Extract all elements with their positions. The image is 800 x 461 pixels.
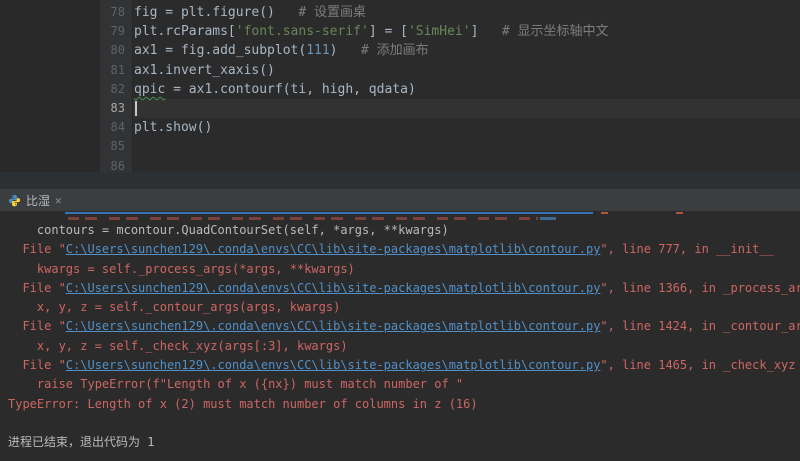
close-icon[interactable]: ✕ [55,194,62,206]
console-line: contours = mcontour.QuadContourSet(self,… [8,221,800,240]
editor-gutter[interactable]: 787980818283848586 [100,0,133,172]
console-text: x, y, z = self._check_xyz(args[:3], kwar… [8,339,348,353]
code-line[interactable]: qpic = ax1.contourf(ti, high, qdata) [134,80,800,99]
code-line[interactable]: fig = plt.figure() # 设置画桌 [134,3,800,22]
code-token: plt.show() [134,120,212,135]
stack-trace-link[interactable]: C:\Users\sunchen129\.conda\envs\CC\lib\s… [66,281,601,295]
code-editor[interactable]: 787980818283848586 fig = plt.figure() # … [0,0,800,172]
run-console[interactable]: contours = mcontour.QuadContourSet(self,… [0,215,800,461]
code-line[interactable] [134,157,800,176]
code-token: ax1.invert_xaxis() [134,63,275,78]
console-text: ", line 1465, in _check_xyz [600,358,795,372]
gutter-line-number[interactable]: 81 [100,61,132,80]
console-text: 进程已结束，退出代码为 1 [8,435,154,449]
stack-trace-link[interactable]: C:\Users\sunchen129\.conda\envs\CC\lib\s… [66,358,601,372]
code-line[interactable] [134,99,800,118]
code-text-area[interactable]: fig = plt.figure() # 设置画桌plt.rcParams['f… [134,0,800,172]
editor-left-margin [0,0,100,172]
code-line[interactable] [134,137,800,156]
console-line: File "C:\Users\sunchen129\.conda\envs\CC… [8,279,800,298]
run-tab[interactable]: 比湿 ✕ [0,189,70,211]
gutter-line-number[interactable]: 85 [100,137,132,156]
code-token: ) [330,43,338,58]
console-text: File " [8,242,66,256]
console-scrollbar-thumb[interactable] [65,212,593,214]
code-token: = ax1.contourf(ti, high, qdata) [165,82,415,97]
stack-trace-link[interactable]: C:\Users\sunchen129\.conda\envs\CC\lib\s… [66,319,601,333]
code-token: plt.rcParams[ [134,24,236,39]
console-line: TypeError: Length of x (2) must match nu… [8,395,800,414]
error-stripe-mark[interactable] [676,212,683,214]
code-token: qpic [134,82,165,97]
code-line[interactable]: plt.rcParams['font.sans-serif'] = ['SimH… [134,22,800,41]
code-line[interactable]: ax1 = fig.add_subplot(111) # 添加画布 [134,41,800,60]
gutter-line-number[interactable]: 82 [100,80,132,99]
gutter-line-number[interactable]: 83 [100,99,132,118]
python-icon [8,194,21,207]
ide-window: 787980818283848586 fig = plt.figure() # … [0,0,800,461]
console-line [8,414,800,433]
console-line: raise TypeError(f"Length of x ({nx}) mus… [8,375,800,394]
code-token: 'SimHei' [408,24,471,39]
console-line: x, y, z = self._check_xyz(args[:3], kwar… [8,337,800,356]
error-stripe-mark[interactable] [601,212,608,214]
console-output: contours = mcontour.QuadContourSet(self,… [8,221,800,453]
console-text: File " [8,281,66,295]
code-token: ax1 = fig.add_subplot( [134,43,306,58]
console-line: File "C:\Users\sunchen129\.conda\envs\CC… [8,356,800,375]
gutter-line-number[interactable]: 86 [100,157,132,176]
code-token: 111 [306,43,329,58]
text-caret [135,101,137,116]
console-text: x, y, z = self._contour_args(args, kwarg… [8,300,340,314]
console-text: TypeError: Length of x (2) must match nu… [8,397,478,411]
clipped-link-text [540,217,556,220]
console-line: File "C:\Users\sunchen129\.conda\envs\CC… [8,317,800,336]
console-text: ", line 1424, in _contour_args [600,319,800,333]
console-text: File " [8,358,66,372]
code-token: ] = [ [369,24,408,39]
code-line[interactable]: plt.show() [134,118,800,137]
console-text: raise TypeError(f"Length of x ({nx}) mus… [8,377,463,391]
console-line: File "C:\Users\sunchen129\.conda\envs\CC… [8,240,800,259]
clipped-error-text [68,217,538,220]
gutter-line-number[interactable]: 79 [100,22,132,41]
console-text: kwargs = self._process_args(*args, **kwa… [8,262,355,276]
stack-trace-link[interactable]: C:\Users\sunchen129\.conda\envs\CC\lib\s… [66,242,601,256]
console-text: File " [8,319,66,333]
console-text: ", line 1366, in _process_args [600,281,800,295]
code-token: 'font.sans-serif' [236,24,369,39]
code-token: # 添加画布 [338,43,429,58]
console-line: x, y, z = self._contour_args(args, kwarg… [8,298,800,317]
gutter-line-number[interactable]: 84 [100,118,132,137]
console-line: 进程已结束，退出代码为 1 [8,433,800,452]
console-text: contours = mcontour.QuadContourSet(self,… [8,223,449,237]
code-token: # 设置画桌 [275,5,366,20]
run-toolwindow-header: 比湿 ✕ [0,189,800,211]
run-tab-label: 比湿 [26,192,50,209]
code-token: fig = plt.figure() [134,5,275,20]
code-token: # 显示坐标轴中文 [478,24,608,39]
console-text: ", line 777, in __init__ [600,242,773,256]
console-line: kwargs = self._process_args(*args, **kwa… [8,260,800,279]
code-line[interactable]: ax1.invert_xaxis() [134,61,800,80]
gutter-line-number[interactable]: 80 [100,41,132,60]
gutter-line-number[interactable]: 78 [100,3,132,22]
